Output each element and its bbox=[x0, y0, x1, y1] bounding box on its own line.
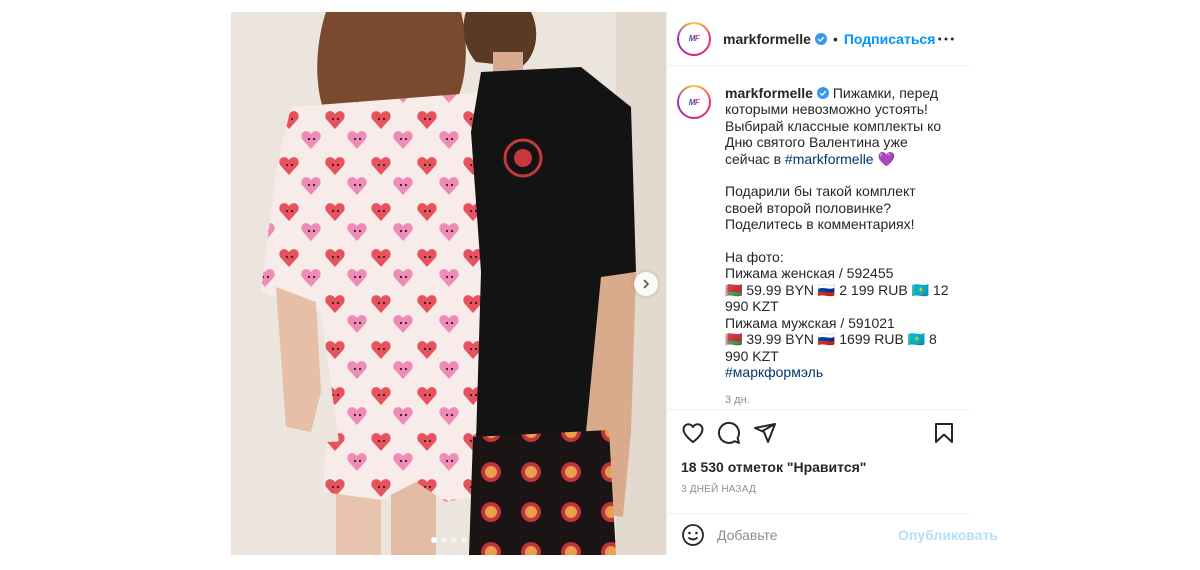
post-photo bbox=[231, 12, 666, 555]
separator: • bbox=[832, 30, 838, 47]
instagram-post: MF markformelle • Подписаться MF markfor… bbox=[231, 12, 998, 555]
follow-button[interactable]: Подписаться bbox=[844, 31, 936, 47]
caption-area: MF markformelle Пижамки, перед которыми … bbox=[667, 67, 970, 410]
hashtag-link[interactable]: #markformelle bbox=[785, 151, 874, 167]
more-options-icon bbox=[938, 37, 954, 40]
post-header: MF markformelle • Подписаться bbox=[667, 12, 970, 66]
caption-body: Подарили бы такой комплект своей второй … bbox=[725, 183, 949, 364]
post-media[interactable] bbox=[231, 12, 666, 555]
likes-count[interactable]: 18 530 отметок "Нравится" bbox=[681, 459, 956, 475]
caption-username[interactable]: markformelle bbox=[725, 85, 813, 101]
heart-icon bbox=[682, 423, 704, 443]
post-date[interactable]: 3 дней назад bbox=[681, 484, 956, 495]
username[interactable]: markformelle bbox=[723, 31, 811, 47]
chevron-right-icon bbox=[643, 279, 650, 289]
carousel-dot bbox=[440, 537, 447, 543]
hashtag-link[interactable]: #маркформэль bbox=[725, 364, 823, 380]
verified-badge-icon bbox=[816, 87, 829, 99]
carousel-dot bbox=[430, 537, 437, 543]
avatar[interactable]: MF bbox=[677, 21, 711, 56]
post-actions: 18 530 отметок "Нравится" 3 дней назад bbox=[667, 409, 970, 495]
comment-input[interactable] bbox=[717, 526, 898, 543]
emoji-button[interactable] bbox=[681, 523, 705, 547]
carousel-dot bbox=[450, 537, 457, 543]
more-options-button[interactable] bbox=[936, 29, 956, 49]
like-button[interactable] bbox=[681, 421, 705, 445]
comment-form: Опубликовать bbox=[667, 513, 998, 555]
heart-emoji: 💜 bbox=[873, 150, 895, 167]
emoji-icon bbox=[682, 523, 704, 546]
brand-logo: MF bbox=[688, 97, 700, 107]
share-button[interactable] bbox=[753, 421, 777, 445]
brand-logo: MF bbox=[688, 34, 700, 43]
share-icon bbox=[754, 423, 776, 443]
caption-age: 3 дн. bbox=[725, 394, 750, 407]
comment-button[interactable] bbox=[717, 421, 741, 445]
save-button[interactable] bbox=[932, 421, 956, 445]
carousel-next-button[interactable] bbox=[634, 272, 658, 296]
carousel-indicator bbox=[231, 537, 666, 543]
bookmark-icon bbox=[935, 423, 953, 443]
avatar[interactable]: MF bbox=[677, 85, 711, 119]
post-side-panel: MF markformelle • Подписаться MF markfor… bbox=[666, 12, 998, 555]
post-caption: markformelle Пижамки, перед которыми нев… bbox=[725, 85, 955, 380]
publish-button[interactable]: Опубликовать bbox=[898, 527, 998, 543]
carousel-dot bbox=[460, 537, 467, 543]
verified-badge-icon bbox=[814, 32, 827, 45]
comment-icon bbox=[718, 421, 740, 444]
